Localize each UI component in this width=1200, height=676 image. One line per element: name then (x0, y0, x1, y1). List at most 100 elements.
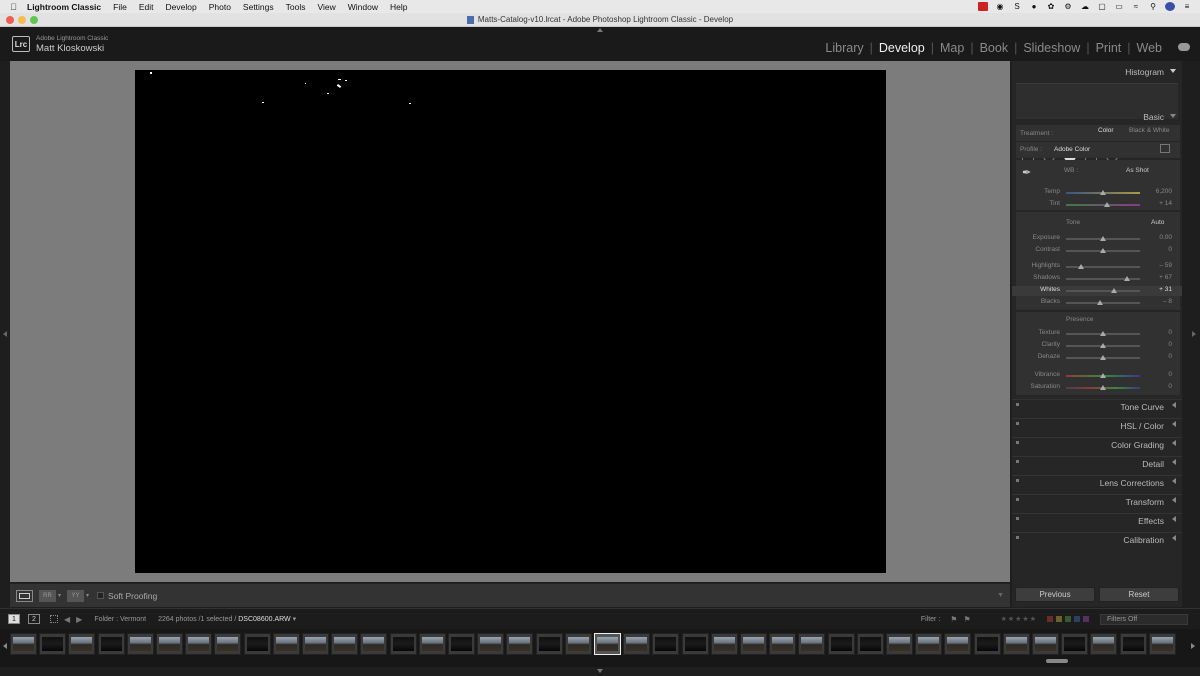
highlights-handle[interactable] (1077, 264, 1084, 269)
image-canvas[interactable] (10, 61, 1010, 582)
filmstrip-thumbnail[interactable] (477, 633, 505, 655)
expand-icon[interactable] (1172, 421, 1176, 427)
rating-filter[interactable]: ★★★★★ (1001, 615, 1037, 623)
panel-hsl-color-header[interactable]: HSL / Color (1012, 418, 1182, 432)
grid-icon[interactable] (50, 615, 58, 623)
label-green[interactable] (1065, 616, 1071, 622)
filmstrip-thumbnail[interactable] (594, 633, 621, 655)
panel-color-grading-header[interactable]: Color Grading (1012, 437, 1182, 451)
gear-icon[interactable]: ⚙ (1063, 2, 1073, 11)
wb-value[interactable]: As Shot (1126, 167, 1149, 174)
filmstrip-thumbnail[interactable] (448, 633, 475, 655)
control-center-icon[interactable]: ≡ (1182, 2, 1192, 11)
module-map[interactable]: Map (934, 41, 970, 55)
chevron-down-icon[interactable]: ▾ (58, 592, 61, 599)
dehaze-value[interactable]: 0 (1150, 353, 1172, 360)
expand-icon[interactable] (1172, 402, 1176, 408)
filmstrip-thumbnail[interactable] (769, 633, 797, 655)
label-purple[interactable] (1083, 616, 1089, 622)
panel-switch-icon[interactable] (1016, 441, 1019, 444)
display-icon[interactable]: ▭ (1114, 2, 1124, 11)
panel-switch-icon[interactable] (1016, 517, 1019, 520)
panel-switch-icon[interactable] (1016, 403, 1019, 406)
panel-tone-curve-header[interactable]: Tone Curve (1012, 399, 1182, 413)
chevron-down-icon[interactable]: ▾ (86, 592, 89, 599)
before-after-button[interactable]: RR (39, 589, 56, 602)
filmstrip-right-arrow-icon[interactable] (1191, 643, 1195, 649)
collapse-icon[interactable] (1170, 114, 1176, 118)
filmstrip-thumbnail[interactable] (272, 633, 300, 655)
temp-handle[interactable] (1100, 190, 1106, 195)
second-window-button[interactable]: 2 (28, 614, 40, 624)
eyedropper-icon[interactable]: ✒ (1022, 166, 1036, 180)
filmstrip-thumbnail[interactable] (1032, 633, 1059, 655)
module-library[interactable]: Library (819, 41, 869, 55)
before-after-toggle-button[interactable]: YY (67, 589, 85, 602)
blacks-value[interactable]: – 8 (1150, 298, 1172, 305)
filmstrip-thumbnail[interactable] (389, 633, 417, 655)
siri-icon[interactable] (1165, 2, 1175, 11)
filmstrip-thumbnail[interactable] (973, 633, 1001, 655)
filmstrip-thumbnail[interactable] (185, 633, 213, 655)
vibrance-handle[interactable] (1100, 373, 1106, 378)
left-panel-edge[interactable] (0, 61, 10, 607)
panel-switch-icon[interactable] (1016, 422, 1019, 425)
tint-value[interactable]: + 14 (1150, 200, 1172, 207)
search-icon[interactable]: ⚲ (1148, 2, 1158, 11)
selected-filename[interactable]: DSC08600.ARW (238, 616, 290, 623)
highlights-value[interactable]: – 59 (1150, 262, 1172, 269)
filmstrip-thumbnail[interactable] (1002, 633, 1030, 655)
collapse-icon[interactable] (1170, 69, 1176, 73)
soft-proofing-checkbox[interactable] (97, 592, 105, 599)
filmstrip-thumbnail[interactable] (623, 633, 651, 655)
expand-icon[interactable] (1172, 478, 1176, 484)
back-arrow-icon[interactable]: ◀ (64, 615, 70, 624)
record-icon[interactable] (978, 2, 988, 11)
source-path[interactable]: Folder : Vermont (94, 616, 146, 623)
panel-switch-icon[interactable] (1016, 460, 1019, 463)
reject-filter-icon[interactable]: ⚑ (963, 615, 970, 624)
clarity-value[interactable]: 0 (1150, 341, 1172, 348)
previous-button[interactable]: Previous (1015, 587, 1095, 602)
label-blue[interactable] (1074, 616, 1080, 622)
cloud-sync-icon[interactable] (1178, 43, 1190, 51)
apple-icon[interactable]:  (8, 1, 19, 12)
forward-arrow-icon[interactable]: ▶ (76, 615, 82, 624)
panel-switch-icon[interactable] (1016, 536, 1019, 539)
profile-value[interactable]: Adobe Color (1054, 146, 1090, 153)
menu-file[interactable]: File (113, 2, 127, 12)
shadows-handle[interactable] (1124, 276, 1131, 281)
tint-handle[interactable] (1103, 202, 1110, 207)
expand-icon[interactable] (1172, 440, 1176, 446)
filmstrip-thumbnail[interactable] (564, 633, 592, 655)
bottom-panel-edge[interactable] (0, 667, 1200, 676)
menu-develop[interactable]: Develop (166, 2, 197, 12)
filmstrip-thumbnail[interactable] (506, 633, 534, 655)
toolbar-menu-icon[interactable]: ▼ (997, 592, 1004, 599)
filmstrip-toggle-icon[interactable] (597, 669, 603, 673)
filmstrip-thumbnail[interactable] (710, 633, 738, 655)
close-icon[interactable] (6, 16, 14, 24)
filmstrip-thumbnail[interactable] (302, 633, 329, 655)
module-develop[interactable]: Develop (873, 41, 931, 55)
panel-calibration-header[interactable]: Calibration (1012, 532, 1182, 546)
label-red[interactable] (1047, 616, 1053, 622)
module-print[interactable]: Print (1090, 41, 1128, 55)
exposure-handle[interactable] (1100, 236, 1106, 241)
filmstrip-thumbnail[interactable] (97, 633, 125, 655)
right-panel-toggle-icon[interactable] (1192, 331, 1196, 337)
main-window-button[interactable]: 1 (8, 614, 20, 624)
expand-icon[interactable] (1172, 459, 1176, 465)
contrast-handle[interactable] (1100, 248, 1106, 253)
wifi-icon[interactable]: ≈ (1131, 2, 1141, 11)
filmstrip-thumbnail[interactable] (68, 633, 96, 655)
basic-header[interactable]: Basic (1012, 112, 1182, 122)
expand-icon[interactable] (1172, 535, 1176, 541)
treatment-bw-option[interactable]: Black & White (1129, 127, 1169, 134)
reset-button[interactable]: Reset (1099, 587, 1179, 602)
panel-transform-header[interactable]: Transform (1012, 494, 1182, 508)
menu-window[interactable]: Window (348, 2, 378, 12)
cloud-icon[interactable]: ☁ (1080, 2, 1090, 11)
module-slideshow[interactable]: Slideshow (1017, 41, 1086, 55)
panel-detail-header[interactable]: Detail (1012, 456, 1182, 470)
